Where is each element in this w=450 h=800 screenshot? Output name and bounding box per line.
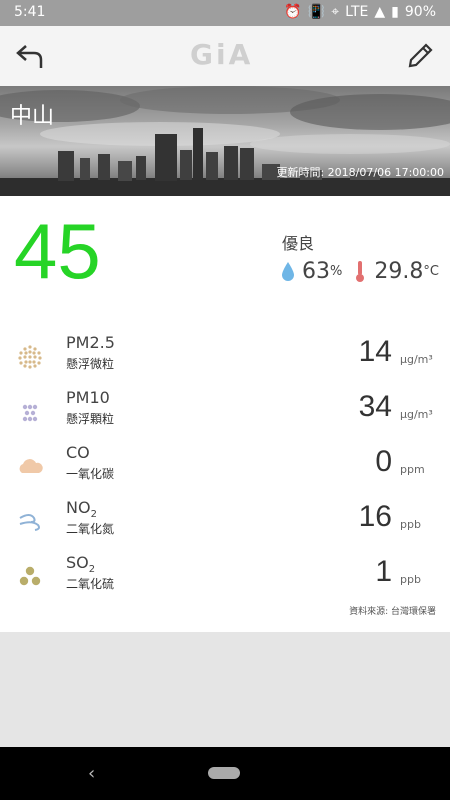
app-logo: GiA (190, 38, 254, 71)
pollutant-name: CO (66, 443, 90, 462)
pollutant-row-no2[interactable]: NO2 二氧化氮 16 ppb (0, 498, 450, 548)
pollutant-unit: ppm (400, 463, 425, 476)
air-quality-card: 45 優良 63 % 29.8 °C PM2.5 懸浮微粒 14 μg/m³ P… (0, 196, 450, 632)
status-time: 5:41 (14, 4, 46, 20)
update-time: 更新時間: 2018/07/06 17:00:00 (276, 166, 444, 179)
thermometer-icon (356, 261, 365, 282)
pollutant-desc: 一氧化碳 (66, 467, 115, 481)
pollutant-value: 1 (375, 555, 392, 588)
wind-swirl-icon (19, 514, 40, 531)
pollutant-unit: μg/m³ (400, 408, 433, 421)
edit-pencil-icon[interactable] (406, 40, 436, 70)
weather-readout: 63 % 29.8 °C (280, 256, 439, 286)
pollutant-value: 16 (358, 500, 392, 533)
pollutant-value: 34 (358, 390, 392, 423)
pollutant-row-pm25[interactable]: PM2.5 懸浮微粒 14 μg/m³ (0, 333, 450, 383)
pollutant-desc: 二氧化硫 (66, 577, 115, 591)
pollutant-row-co[interactable]: CO 一氧化碳 0 ppm (0, 443, 450, 493)
pm10-dots-icon (22, 404, 38, 422)
pollutant-name: SO2 (66, 553, 96, 576)
battery-icon: ▮ (391, 4, 399, 20)
data-source: 資料來源: 台灣環保署 (349, 607, 436, 617)
pollutant-row-so2[interactable]: SO2 二氧化硫 1 ppb (0, 553, 450, 603)
humidity-value: 63 (302, 258, 330, 284)
status-bar: 5:41 ⏰ 📳 ⌖ LTE ▲ ▮ 90% (0, 0, 450, 26)
aqi-quality-label: 優良 (282, 234, 315, 253)
nav-home-pill[interactable] (208, 767, 240, 779)
back-arrow-icon[interactable] (14, 40, 46, 72)
humidity-drop-icon (282, 262, 294, 281)
humidity-unit: % (330, 263, 343, 279)
pollutant-name: PM2.5 (66, 333, 115, 352)
location-name: 中山 (10, 104, 55, 129)
cloud-icon (19, 459, 43, 473)
pollutant-value: 14 (358, 335, 392, 368)
pm25-dots-icon (18, 345, 42, 369)
aqi-value: 45 (14, 207, 101, 295)
three-drops-icon (19, 566, 41, 586)
app-bar: GiA (0, 26, 450, 86)
pollutant-name: NO2 (66, 498, 97, 521)
vibrate-icon: 📳 (307, 4, 326, 20)
battery-level: 90% (404, 4, 436, 20)
pollutant-unit: ppb (400, 573, 421, 586)
city-skyline (0, 128, 450, 196)
city-banner: 中山 更新時間: 2018/07/06 17:00:00 (0, 86, 450, 196)
alarm-icon: ⏰ (284, 4, 302, 20)
pollutant-name: PM10 (66, 388, 110, 407)
pollutant-unit: μg/m³ (400, 353, 433, 366)
network-label: LTE (345, 4, 369, 20)
pollutant-desc: 懸浮顆粒 (66, 412, 115, 426)
nav-back-icon[interactable]: ‹ (88, 763, 95, 784)
pollutant-desc: 二氧化氮 (66, 522, 115, 536)
signal-icon: ▲ (374, 4, 386, 20)
pollutant-value: 0 (375, 445, 392, 478)
location-icon: ⌖ (331, 4, 340, 20)
system-nav-bar: ‹ (0, 747, 450, 800)
pollutant-desc: 懸浮微粒 (66, 357, 115, 371)
status-icons: ⏰ 📳 ⌖ LTE ▲ ▮ 90% (284, 4, 436, 20)
pollutant-row-pm10[interactable]: PM10 懸浮顆粒 34 μg/m³ (0, 388, 450, 438)
temperature-unit: °C (423, 263, 439, 279)
temperature-value: 29.8 (374, 258, 424, 284)
pollutant-unit: ppb (400, 518, 421, 531)
